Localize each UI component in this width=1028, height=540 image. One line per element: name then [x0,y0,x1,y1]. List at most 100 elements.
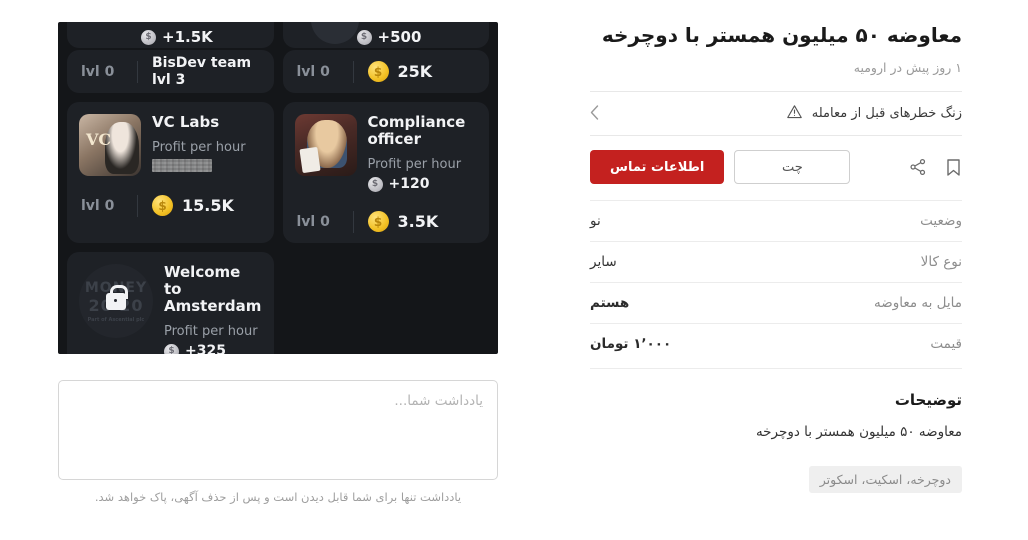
spec-value: هستم [590,295,630,311]
description-body: معاوضه ۵۰ میلیون همستر با دوچرخه [755,424,962,440]
card-level: lvl 0 [296,63,330,80]
partial-card-right: $ +1.5K [67,22,274,48]
chat-button[interactable]: چت [734,150,851,184]
card-footer: lvl 0 $ 25K [283,50,490,93]
footer-divider [137,194,138,217]
card-cost: $ 3.5K [367,211,439,233]
game-card-bisdev[interactable]: lvl 0 BisDev team lvl 3 [67,50,274,93]
cost-text: 25K [397,62,433,81]
bookmark-icon[interactable] [945,158,962,177]
card-body: VC Labs Profit per hour [67,102,274,184]
spec-key: مایل به معاوضه [874,295,962,311]
partial-value-right: $ +1.5K [141,28,213,46]
specifications-table: وضعیت نو نوع کالا سایر مایل به معاوضه هس… [590,200,962,364]
footer-divider [137,60,138,83]
profit-label: Profit per hour [164,324,258,340]
cost-text: 3.5K [397,212,439,232]
silver-coin-icon: $ [141,29,156,45]
profit-value: $ +325 [164,343,262,354]
table-row: وضعیت نو [590,200,962,241]
profit-value: $ +120 [367,176,478,193]
card-title: Compliance officer [367,113,466,149]
spec-key: قیمت [930,336,962,352]
cost-text: 15.5K [182,196,234,215]
listing-meta: ۱ روز پیش در ارومیه [853,60,962,75]
logo-line-3: Part of Ascential plc [87,316,145,323]
profit-label: Profit per hour [152,140,246,156]
tag-list: دوچرخه، اسکیت، اسکوتر [590,465,962,493]
left-column: $ +500 $ +1.5K lvl 0 BisDev team lvl 3 l… [58,22,498,504]
alert-triangle-icon [786,103,803,124]
silver-coin-icon: $ [367,176,383,192]
card-info: Compliance officer Profit per hour $ +12… [367,113,478,193]
spec-value: سایر [590,254,617,270]
pre-deal-warning-row[interactable]: زنگ خطرهای قبل از معامله [590,91,962,136]
chevron-left-icon[interactable] [590,104,599,123]
warning-content: زنگ خطرهای قبل از معامله [786,103,962,124]
partial-value-text: +500 [377,28,422,46]
game-card-placeholder [283,252,490,354]
spec-value: نو [590,213,601,229]
card-level: lvl 0 [81,63,115,80]
description-section: توضیحات معاوضه ۵۰ میلیون همستر با دوچرخه… [590,368,962,493]
silver-coin-icon: $ [356,29,372,45]
card-body: Compliance officer Profit per hour $ +12… [283,102,490,200]
team-level: lvl 3 [152,71,186,88]
compliance-officer-avatar [294,114,357,176]
silver-coin-icon: $ [164,343,179,354]
footer-divider [352,210,354,233]
tag-chip[interactable]: دوچرخه، اسکیت، اسکوتر [808,465,962,493]
contact-info-button[interactable]: اطلاعات تماس [590,150,725,184]
spec-value: ۱٬۰۰۰ تومان [590,336,672,352]
table-row: قیمت ۱٬۰۰۰ تومان [590,323,962,364]
warning-label: زنگ خطرهای قبل از معامله [811,106,962,121]
table-row: نوع کالا سایر [590,241,962,282]
profit-value-text: +325 [185,343,226,354]
spec-key: وضعیت [920,213,962,229]
card-footer: lvl 0 $ 15.5K [67,184,274,227]
note-placeholder: یادداشت شما... [394,393,483,409]
profit-label: Profit per hour [367,157,462,173]
game-card-compliance-officer[interactable]: Compliance officer Profit per hour $ +12… [282,102,490,244]
card-body: MONEY 20 20 Part of Ascential plc Welcom… [67,252,274,354]
partial-value-left: $ +500 [356,28,422,46]
gold-coin-icon: $ [367,211,389,233]
vc-labs-avatar [79,114,141,176]
card-title: VC Labs [152,113,220,131]
profit-value-redacted [152,159,212,173]
game-card-welcome-to-amsterdam[interactable]: MONEY 20 20 Part of Ascential plc Welcom… [67,252,274,354]
listing-page: $ +500 $ +1.5K lvl 0 BisDev team lvl 3 l… [0,0,1028,540]
gold-coin-icon: $ [367,61,389,82]
card-info: VC Labs Profit per hour [152,113,262,176]
lock-icon [106,284,128,310]
gold-coin-icon: $ [152,195,173,216]
card-info: Welcome to Amsterdam Profit per hour $ +… [164,264,262,354]
game-card-vc-labs[interactable]: VC Labs Profit per hour lvl 0 $ 15.5K [67,102,274,244]
footer-divider [352,60,354,83]
card-team: BisDev team lvl 3 [152,55,251,87]
card-cost: $ 15.5K [152,195,234,216]
card-title: Welcome to Amsterdam [164,263,262,316]
listing-image[interactable]: $ +500 $ +1.5K lvl 0 BisDev team lvl 3 l… [58,22,498,354]
listing-details-panel: معاوضه ۵۰ میلیون همستر با دوچرخه ۱ روز پ… [590,20,962,493]
team-name: BisDev team [152,55,252,72]
card-level: lvl 0 [296,213,330,230]
secondary-actions [909,158,962,177]
partial-value-text: +1.5K [162,28,213,46]
action-row: اطلاعات تماس چت [590,136,962,200]
profit-value-text: +120 [388,176,430,193]
note-hint: یادداشت تنها برای شما قابل دیدن است و پس… [94,490,462,504]
card-footer: lvl 0 BisDev team lvl 3 [67,50,274,93]
page-title: معاوضه ۵۰ میلیون همستر با دوچرخه [601,23,962,47]
card-level: lvl 0 [81,197,115,214]
primary-actions: اطلاعات تماس چت [590,150,851,184]
image-top-partial-row: $ +500 $ +1.5K [58,22,498,48]
locked-card-thumb: MONEY 20 20 Part of Ascential plc [79,264,153,339]
share-icon[interactable] [909,158,927,176]
spec-key: نوع کالا [920,254,962,270]
note-textarea[interactable]: یادداشت شما... [58,380,498,480]
partial-card-left: $ +500 [282,22,489,48]
game-card-cost-25k[interactable]: lvl 0 $ 25K [282,50,490,93]
card-footer: lvl 0 $ 3.5K [283,200,490,243]
game-card-grid: lvl 0 BisDev team lvl 3 lvl 0 $ 25K VC V… [67,50,489,354]
